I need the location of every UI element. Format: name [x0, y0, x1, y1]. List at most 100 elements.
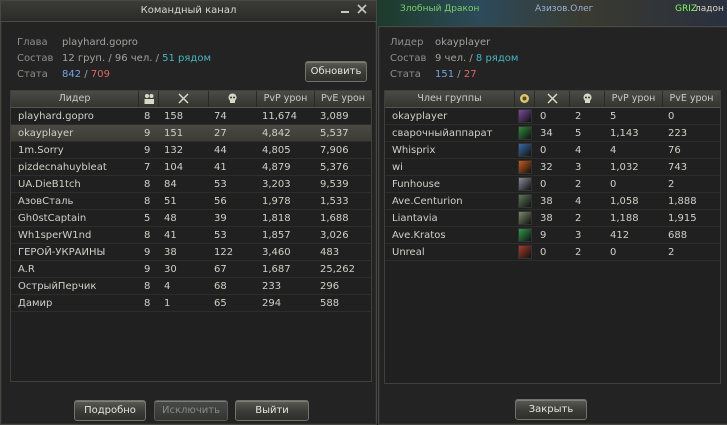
group-row[interactable]: pizdecnahuybleat 7 104 41 4,879 5,376: [11, 159, 371, 176]
window-titlebar[interactable]: Командный канал: [1, 1, 376, 22]
members-table: Член группы PvP урон PvE урон okayplayer…: [384, 90, 721, 384]
cell-pvp: 11,674: [262, 111, 297, 122]
cell-pve: 1,533: [320, 196, 349, 207]
cell-name: Liantavia: [392, 213, 438, 224]
cell-name: Gh0stCaptain: [18, 213, 87, 224]
cell-kills: 9: [540, 230, 547, 241]
cell-pvp: 4,879: [262, 162, 291, 173]
cell-deaths: 65: [214, 298, 227, 309]
col-pve[interactable]: PvE урон: [315, 91, 371, 107]
cell-pve: 296: [320, 281, 340, 292]
cell-pve: 223: [668, 128, 688, 139]
member-row[interactable]: Ave.Kratos 9 3 412 688: [385, 227, 720, 244]
leader-value: playhard.gopro: [62, 37, 138, 48]
cell-pve: 5,537: [320, 128, 349, 139]
group-leader-label: Лидер: [390, 37, 424, 48]
cell-kills: 41: [164, 230, 177, 241]
member-row[interactable]: Funhouse 0 2 0 2: [385, 176, 720, 193]
skull-icon[interactable]: [209, 91, 257, 107]
leader-line: Глава playhard.gopro: [17, 37, 138, 48]
cell-deaths: 53: [214, 230, 227, 241]
member-class-icon: [518, 228, 532, 242]
cell-deaths: 67: [214, 264, 227, 275]
col-member[interactable]: Член группы: [385, 91, 515, 107]
group-leader-line: Лидер okayplayer: [390, 37, 490, 48]
group-composition-label: Состав: [390, 53, 427, 64]
group-row[interactable]: okayplayer 9 151 27 4,842 5,537: [11, 125, 371, 142]
member-row[interactable]: Liantavia 38 2 1,188 1,915: [385, 210, 720, 227]
group-row[interactable]: АзовСталь 8 51 56 1,978 1,533: [11, 193, 371, 210]
member-class-icon: [518, 194, 532, 208]
window-title: Командный канал: [140, 5, 237, 16]
cell-deaths: 4: [575, 145, 582, 156]
cell-count: 7: [144, 162, 151, 173]
group-row[interactable]: playhard.gopro 8 158 74 11,674 3,089: [11, 108, 371, 125]
cell-count: 8: [144, 196, 151, 207]
cell-deaths: 3: [575, 230, 582, 241]
group-row[interactable]: ОстрыйПерчик 8 4 68 233 296: [11, 278, 371, 295]
group-row[interactable]: UA.DieB1tch 8 84 53 3,203 9,539: [11, 176, 371, 193]
cell-deaths: 41: [214, 162, 227, 173]
details-button[interactable]: Подробно: [74, 400, 146, 421]
cell-deaths: 122: [214, 247, 234, 258]
kick-button[interactable]: Исключить: [154, 400, 228, 421]
swords-icon[interactable]: [535, 91, 570, 107]
cell-pvp: 1,687: [262, 264, 291, 275]
cell-name: Дамир: [18, 298, 53, 309]
member-row[interactable]: okayplayer 0 2 5 0: [385, 108, 720, 125]
cell-pvp: 1,032: [610, 162, 639, 173]
cell-kills: 1: [164, 298, 171, 309]
group-stats-separator: /: [457, 69, 461, 80]
group-row[interactable]: A.R 9 30 67 1,687 25,262: [11, 261, 371, 278]
group-row[interactable]: ГЕРОЙ-УКРАИНЫ 9 38 122 3,460 483: [11, 244, 371, 261]
stats-line: Стата 842 / 709: [17, 69, 110, 80]
col-member-pve[interactable]: PvE урон: [663, 91, 720, 107]
member-row[interactable]: wi 32 3 1,032 743: [385, 159, 720, 176]
group-row[interactable]: 1m.Sorry 9 132 44 4,805 7,906: [11, 142, 371, 159]
cell-name: wi: [392, 162, 403, 173]
group-nearby-count: 8 рядом: [475, 53, 519, 64]
cell-pvp: 1,058: [610, 196, 639, 207]
cell-count: 8: [144, 230, 151, 241]
cell-count: 9: [144, 264, 151, 275]
cell-count: 8: [144, 179, 151, 190]
cell-pve: 588: [320, 298, 340, 309]
skull-icon[interactable]: [570, 91, 605, 107]
cell-pve: 1,688: [320, 213, 349, 224]
member-row[interactable]: Ave.Centurion 38 4 1,058 1,888: [385, 193, 720, 210]
cell-count: 8: [144, 111, 151, 122]
cell-pvp: 1,978: [262, 196, 291, 207]
member-row[interactable]: Whisprix 0 4 4 76: [385, 142, 720, 159]
refresh-button[interactable]: Обновить: [305, 61, 367, 82]
close-button[interactable]: Закрыть: [515, 399, 587, 420]
cell-kills: 104: [164, 162, 184, 173]
close-icon[interactable]: [355, 4, 369, 18]
group-row[interactable]: Дамир 8 1 65 294 588: [11, 295, 371, 312]
cell-deaths: 56: [214, 196, 227, 207]
people-icon[interactable]: [139, 91, 159, 107]
swords-icon[interactable]: [159, 91, 209, 107]
cell-pve: 76: [668, 145, 681, 156]
member-row[interactable]: Unreal 0 2 0 2: [385, 244, 720, 261]
cell-pve: 1,915: [668, 213, 697, 224]
col-leader[interactable]: Лидер: [11, 91, 139, 107]
col-pvp[interactable]: PvP урон: [257, 91, 315, 107]
col-member-pvp[interactable]: PvP урон: [605, 91, 663, 107]
cell-name: playhard.gopro: [18, 111, 94, 122]
cell-pve: 3,026: [320, 230, 349, 241]
cell-kills: 38: [164, 247, 177, 258]
minimize-icon[interactable]: [338, 4, 352, 18]
cell-pve: 9,539: [320, 179, 349, 190]
group-leader-value: okayplayer: [435, 37, 491, 48]
cell-name: ОстрыйПерчик: [18, 281, 97, 292]
group-row[interactable]: Gh0stCaptain 5 48 39 1,818 1,688: [11, 210, 371, 227]
cell-deaths: 2: [575, 213, 582, 224]
cell-name: 1m.Sorry: [18, 145, 64, 156]
cell-name: сварочныйаппарат: [392, 128, 493, 139]
member-row[interactable]: сварочныйаппарат 34 5 1,143 223: [385, 125, 720, 142]
leave-button[interactable]: Выйти: [235, 400, 309, 421]
cell-pvp: 1,857: [262, 230, 291, 241]
cell-deaths: 5: [575, 128, 582, 139]
class-icon[interactable]: [515, 91, 535, 107]
group-row[interactable]: Wh1sperW1nd 8 41 53 1,857 3,026: [11, 227, 371, 244]
